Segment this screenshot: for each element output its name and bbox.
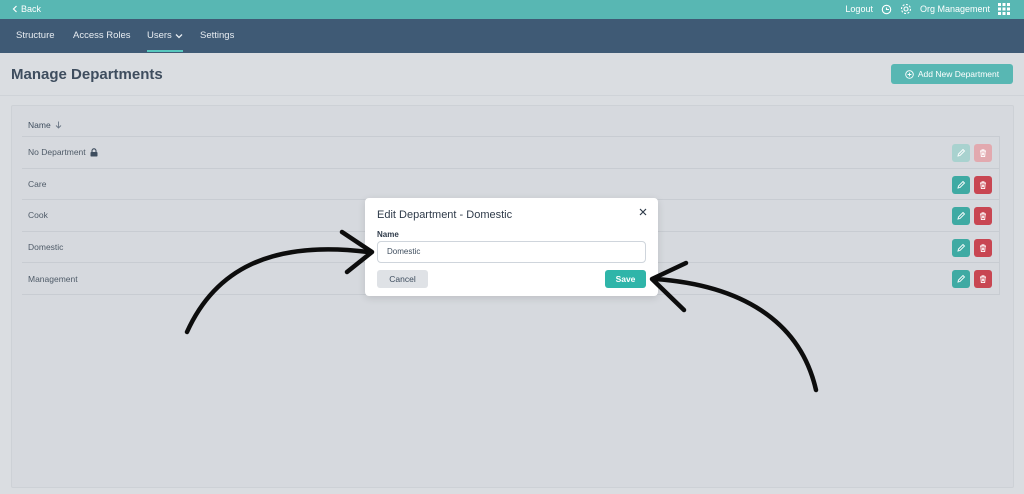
org-management-label[interactable]: Org Management (920, 4, 990, 14)
main-nav: Structure Access Roles Users Settings (0, 19, 1024, 53)
pencil-icon (957, 180, 966, 189)
logout-link[interactable]: Logout (845, 4, 873, 14)
delete-button[interactable] (974, 238, 992, 257)
back-link[interactable]: Back (12, 4, 41, 14)
tab-access-roles-label: Access Roles (73, 30, 131, 41)
name-input[interactable]: Domestic (377, 241, 646, 263)
gear-icon[interactable] (900, 3, 912, 15)
pencil-icon (957, 212, 966, 220)
edit-button[interactable] (952, 238, 970, 257)
back-label: Back (21, 4, 42, 14)
tab-users-label: Users (147, 30, 172, 41)
close-button[interactable] (637, 206, 649, 218)
cancel-button[interactable]: Cancel (377, 270, 428, 288)
save-button[interactable]: Save (605, 270, 646, 288)
department-name: Care (28, 178, 47, 189)
trash-icon (980, 180, 986, 189)
department-name: Cook (28, 210, 48, 221)
chevron-down-icon (175, 34, 183, 39)
pencil-icon (957, 148, 966, 157)
trash-icon (980, 244, 986, 252)
trash-icon (980, 149, 986, 158)
delete-button[interactable] (974, 207, 992, 226)
tab-structure-label: Structure (16, 30, 55, 41)
department-name: No Department (28, 147, 86, 158)
table-scroll-edge (999, 137, 1000, 294)
column-header-name[interactable]: Name (22, 113, 1000, 137)
pencil-icon (957, 243, 966, 252)
edit-button[interactable] (952, 175, 970, 194)
trash-icon (980, 212, 986, 221)
close-icon (639, 208, 647, 216)
top-bar: Back Logout Org Management (0, 0, 1024, 19)
tab-settings-label: Settings (200, 30, 235, 41)
chevron-left-icon (12, 5, 17, 13)
add-new-department-button[interactable]: Add New Department (891, 64, 1013, 84)
tab-access-roles[interactable]: Access Roles (73, 19, 131, 53)
name-field-label: Name (377, 230, 399, 239)
logout-icon[interactable] (881, 4, 892, 15)
tab-settings[interactable]: Settings (200, 19, 234, 53)
modal-title: Edit Department - Domestic (377, 209, 513, 221)
department-name: Management (28, 273, 78, 284)
column-header-label: Name (28, 119, 51, 130)
department-name: Domestic (28, 242, 64, 253)
table-row: Care (22, 169, 1000, 201)
table-row: No Department (22, 137, 1000, 169)
delete-button[interactable] (974, 175, 992, 194)
sort-down-arrow-icon (55, 121, 62, 129)
trash-icon (980, 275, 986, 284)
page-title: Manage Departments (11, 66, 163, 83)
edit-button (952, 144, 970, 162)
pencil-icon (957, 275, 966, 283)
tab-users[interactable]: Users (147, 19, 183, 53)
edit-department-modal: Edit Department - Domestic Name Domestic… (365, 198, 658, 296)
delete-button (974, 144, 992, 162)
apps-grid-icon[interactable] (998, 3, 1010, 15)
plus-circle-icon (905, 69, 914, 79)
header-divider (0, 95, 1024, 96)
delete-button[interactable] (974, 270, 992, 289)
edit-button[interactable] (952, 270, 970, 289)
tab-structure[interactable]: Structure (16, 19, 55, 53)
lock-icon (90, 148, 98, 157)
edit-button[interactable] (952, 207, 970, 226)
add-new-department-label: Add New Department (917, 69, 1000, 79)
